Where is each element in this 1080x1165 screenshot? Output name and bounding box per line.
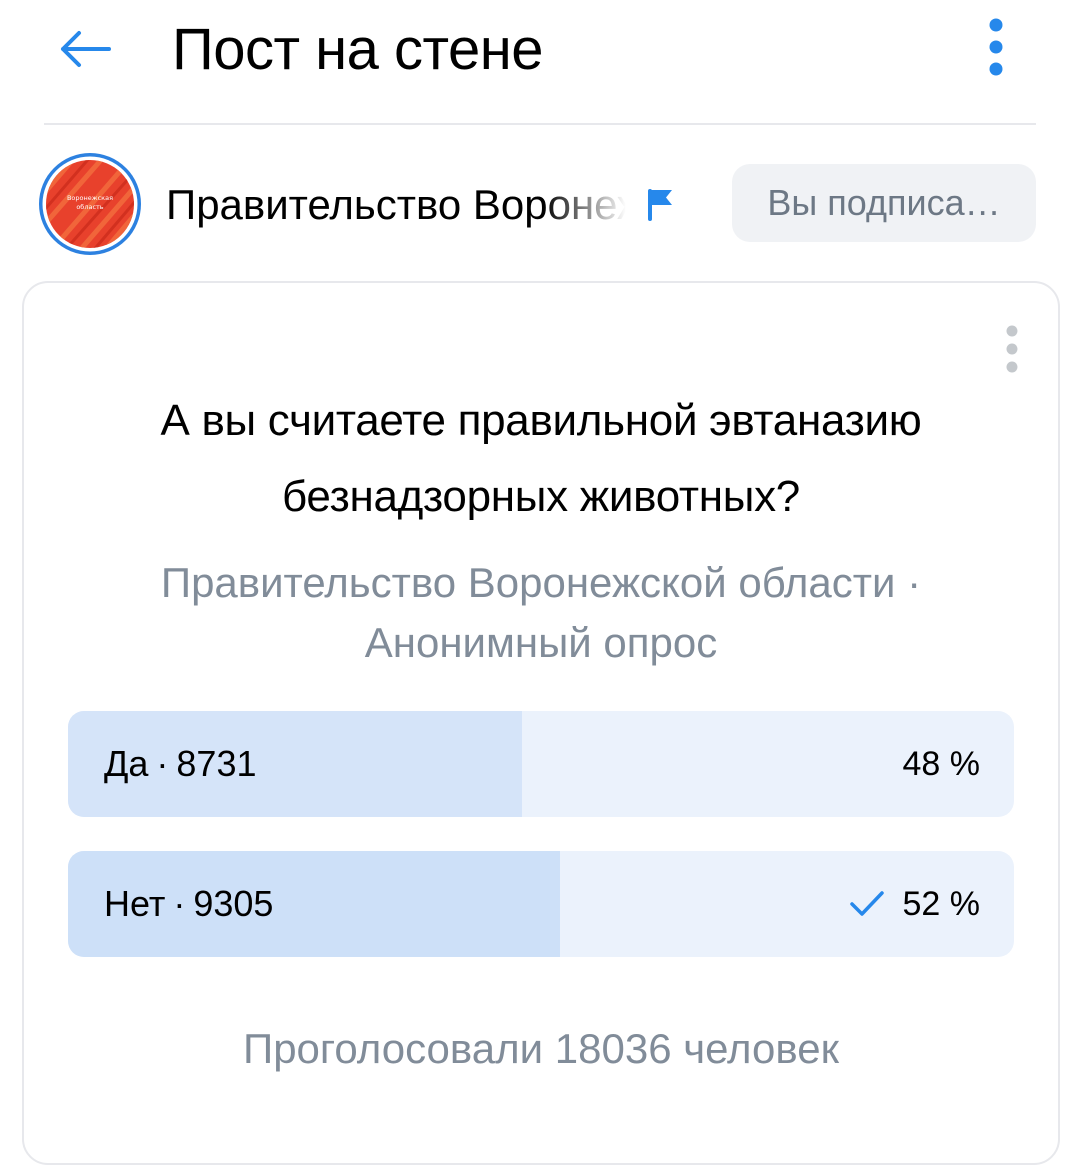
author-name[interactable]: Правительство Воронежской области <box>166 178 626 232</box>
author-row: Воронежская область Правительство Вороне… <box>0 140 1080 264</box>
poll-option-percent: 48 % <box>902 744 981 783</box>
checkmark-icon <box>849 886 885 922</box>
poll-option-yes[interactable]: Да · 8731 48 % <box>68 711 1014 817</box>
back-button[interactable] <box>50 14 120 84</box>
poll-card: А вы считаете правильной эвтаназию безна… <box>22 281 1060 1165</box>
poll-menu-button[interactable] <box>992 319 1032 379</box>
top-bar: Пост на стене <box>0 0 1080 124</box>
poll-option-result: 48 % <box>903 711 981 817</box>
more-vertical-icon <box>989 18 1003 76</box>
poll-option-label: Да · 8731 <box>104 743 257 784</box>
svg-text:Воронежская: Воронежская <box>67 194 113 202</box>
poll-total-votes: Проголосовали 18036 человек <box>243 1025 839 1072</box>
avatar[interactable]: Воронежская область <box>38 152 142 256</box>
flag-icon <box>648 189 672 221</box>
poll-meta: Правительство Воронежской области · Анон… <box>160 559 922 666</box>
poll-option-no[interactable]: Нет · 9305 52 % <box>68 851 1014 957</box>
poll-option-label: Нет · 9305 <box>104 883 274 924</box>
more-vertical-icon <box>1006 325 1018 373</box>
svg-text:область: область <box>76 203 103 211</box>
poll-option-result: 52 % <box>849 851 981 957</box>
header-divider <box>44 123 1036 125</box>
poll-option-count: 8731 <box>176 743 257 784</box>
subscribed-button[interactable]: Вы подписа… <box>732 164 1036 242</box>
arrow-left-icon <box>61 31 111 67</box>
page-title: Пост на стене <box>172 17 543 82</box>
more-menu-button[interactable] <box>966 12 1026 82</box>
poll-question: А вы считаете правильной эвтаназию безна… <box>160 396 922 521</box>
poll-option-percent: 52 % <box>902 884 981 923</box>
poll-option-count: 9305 <box>193 883 274 924</box>
